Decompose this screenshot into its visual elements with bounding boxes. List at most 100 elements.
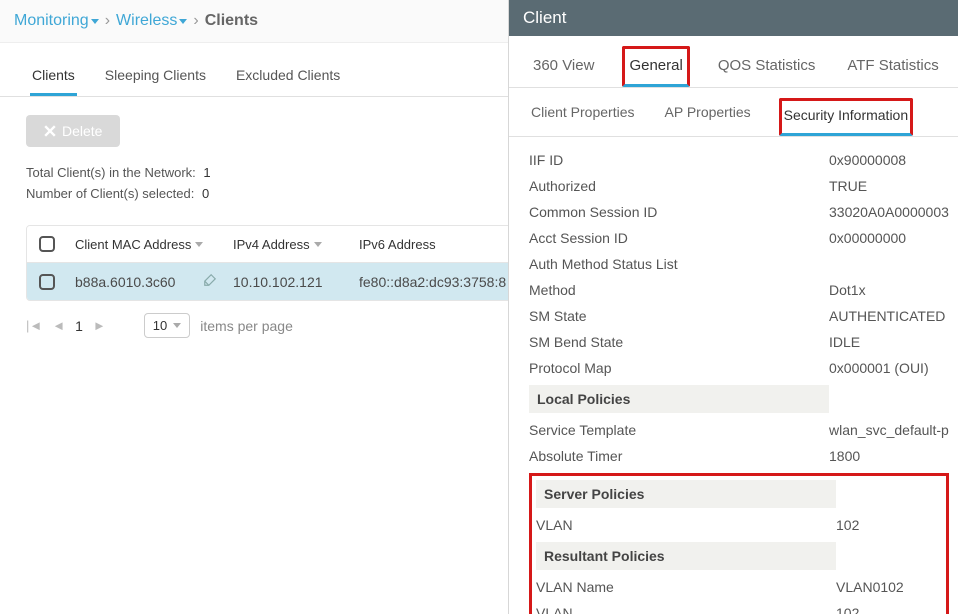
breadcrumb-separator: ›: [105, 12, 110, 30]
tab-security-information[interactable]: Security Information: [779, 98, 914, 136]
prop-value: TRUE: [829, 178, 949, 194]
pager-next[interactable]: ►: [93, 318, 106, 333]
page-size-select[interactable]: 10: [144, 313, 190, 338]
chevron-down-icon[interactable]: [91, 19, 99, 24]
highlighted-policies-box: Server Policies VLAN102 Resultant Polici…: [529, 473, 949, 614]
prop-key: Authorized: [529, 178, 829, 194]
prop-key: IIF ID: [529, 152, 829, 168]
prop-key: VLAN: [536, 605, 836, 614]
right-tabs: 360 View General QOS Statistics ATF Stat…: [509, 36, 958, 88]
breadcrumb-monitoring[interactable]: Monitoring: [14, 12, 89, 30]
prop-value: [829, 256, 949, 272]
cell-ipv4: 10.10.102.121: [233, 274, 323, 290]
section-resultant-policies: Resultant Policies: [536, 542, 836, 570]
prop-row: IIF ID0x90000008: [529, 147, 949, 173]
items-per-page-label: items per page: [200, 318, 293, 334]
tools-icon[interactable]: [203, 273, 217, 290]
prop-value: 102: [836, 517, 942, 533]
prop-key: VLAN: [536, 517, 836, 533]
tab-general[interactable]: General: [622, 46, 689, 87]
col-mac[interactable]: Client MAC Address: [67, 227, 225, 262]
selected-clients-label: Number of Client(s) selected:: [26, 186, 194, 201]
tab-360-view[interactable]: 360 View: [529, 49, 598, 84]
prop-row: VLAN102: [536, 512, 942, 538]
prop-key: Common Session ID: [529, 204, 829, 220]
close-icon: [44, 125, 56, 137]
chevron-down-icon[interactable]: [179, 19, 187, 24]
breadcrumb-wireless[interactable]: Wireless: [116, 12, 177, 30]
section-local-policies: Local Policies: [529, 385, 829, 413]
prop-row: Absolute Timer1800: [529, 443, 949, 469]
section-server-policies: Server Policies: [536, 480, 836, 508]
prop-value: Dot1x: [829, 282, 949, 298]
tab-clients[interactable]: Clients: [30, 61, 77, 96]
right-panel-title: Client: [509, 0, 958, 36]
chevron-down-icon: [173, 323, 181, 328]
prop-row: Auth Method Status List: [529, 251, 949, 277]
table-row[interactable]: b88a.6010.3c60 10.10.102.121 fe80::d8a2:…: [27, 263, 511, 300]
delete-button-label: Delete: [62, 123, 102, 139]
actions-row: Delete: [0, 97, 508, 155]
breadcrumb-separator: ›: [193, 12, 198, 30]
right-panel: Client 360 View General QOS Statistics A…: [508, 0, 958, 614]
prop-value: AUTHENTICATED: [829, 308, 949, 324]
row-checkbox[interactable]: [39, 274, 55, 290]
left-panel: Monitoring › Wireless › Clients Clients …: [0, 0, 508, 614]
tab-sleeping-clients[interactable]: Sleeping Clients: [103, 61, 208, 96]
tab-excluded-clients[interactable]: Excluded Clients: [234, 61, 342, 96]
prop-value: 102: [836, 605, 942, 614]
prop-row: Protocol Map0x000001 (OUI): [529, 355, 949, 381]
tab-atf-statistics[interactable]: ATF Statistics: [843, 49, 942, 84]
tab-qos-statistics[interactable]: QOS Statistics: [714, 49, 820, 84]
prop-value: 0x000001 (OUI): [829, 360, 949, 376]
tab-client-properties[interactable]: Client Properties: [529, 98, 637, 136]
prop-key: SM State: [529, 308, 829, 324]
table-header: Client MAC Address IPv4 Address IPv6 Add…: [27, 226, 511, 263]
prop-row: SM StateAUTHENTICATED: [529, 303, 949, 329]
prop-row: Service Templatewlan_svc_default-p: [529, 417, 949, 443]
tab-ap-properties[interactable]: AP Properties: [663, 98, 753, 136]
pager: |◄ ◄ 1 ► 10 items per page: [0, 301, 508, 350]
prop-value: 0x00000000: [829, 230, 949, 246]
prop-key: Service Template: [529, 422, 829, 438]
prop-key: SM Bend State: [529, 334, 829, 350]
right-subtabs: Client Properties AP Properties Security…: [509, 88, 958, 137]
prop-value: IDLE: [829, 334, 949, 350]
prop-value: wlan_svc_default-p: [829, 422, 949, 438]
cell-ipv6: fe80::d8a2:dc93:3758:8: [359, 274, 506, 290]
prop-value: 0x90000008: [829, 152, 949, 168]
breadcrumb: Monitoring › Wireless › Clients: [0, 0, 508, 43]
prop-key: VLAN Name: [536, 579, 836, 595]
selected-clients-value: 0: [202, 186, 209, 201]
cell-mac: b88a.6010.3c60: [75, 274, 175, 290]
prop-row: Acct Session ID0x00000000: [529, 225, 949, 251]
prop-row: AuthorizedTRUE: [529, 173, 949, 199]
prop-row: SM Bend StateIDLE: [529, 329, 949, 355]
prop-value: 1800: [829, 448, 949, 464]
total-clients-value: 1: [203, 165, 210, 180]
prop-value: VLAN0102: [836, 579, 942, 595]
prop-key: Acct Session ID: [529, 230, 829, 246]
chevron-down-icon[interactable]: [195, 242, 203, 247]
prop-key: Auth Method Status List: [529, 256, 829, 272]
col-ipv6-label: IPv6 Address: [359, 237, 436, 252]
col-ipv4-label: IPv4 Address: [233, 237, 310, 252]
clients-table: Client MAC Address IPv4 Address IPv6 Add…: [26, 225, 512, 301]
prop-value: 33020A0A0000003: [829, 204, 949, 220]
security-properties: IIF ID0x90000008 AuthorizedTRUE Common S…: [509, 137, 958, 614]
summary: Total Client(s) in the Network: 1 Number…: [0, 155, 508, 217]
prop-key: Method: [529, 282, 829, 298]
delete-button[interactable]: Delete: [26, 115, 120, 147]
prop-row: MethodDot1x: [529, 277, 949, 303]
pager-prev[interactable]: ◄: [52, 318, 65, 333]
total-clients-label: Total Client(s) in the Network:: [26, 165, 196, 180]
pager-current-page: 1: [75, 318, 83, 334]
col-ipv4[interactable]: IPv4 Address: [225, 227, 351, 262]
pager-first[interactable]: |◄: [26, 318, 42, 333]
prop-row: VLAN102: [536, 600, 942, 614]
select-all-checkbox[interactable]: [39, 236, 55, 252]
prop-key: Absolute Timer: [529, 448, 829, 464]
col-mac-label: Client MAC Address: [75, 237, 191, 252]
col-ipv6[interactable]: IPv6 Address: [351, 227, 511, 262]
chevron-down-icon[interactable]: [314, 242, 322, 247]
